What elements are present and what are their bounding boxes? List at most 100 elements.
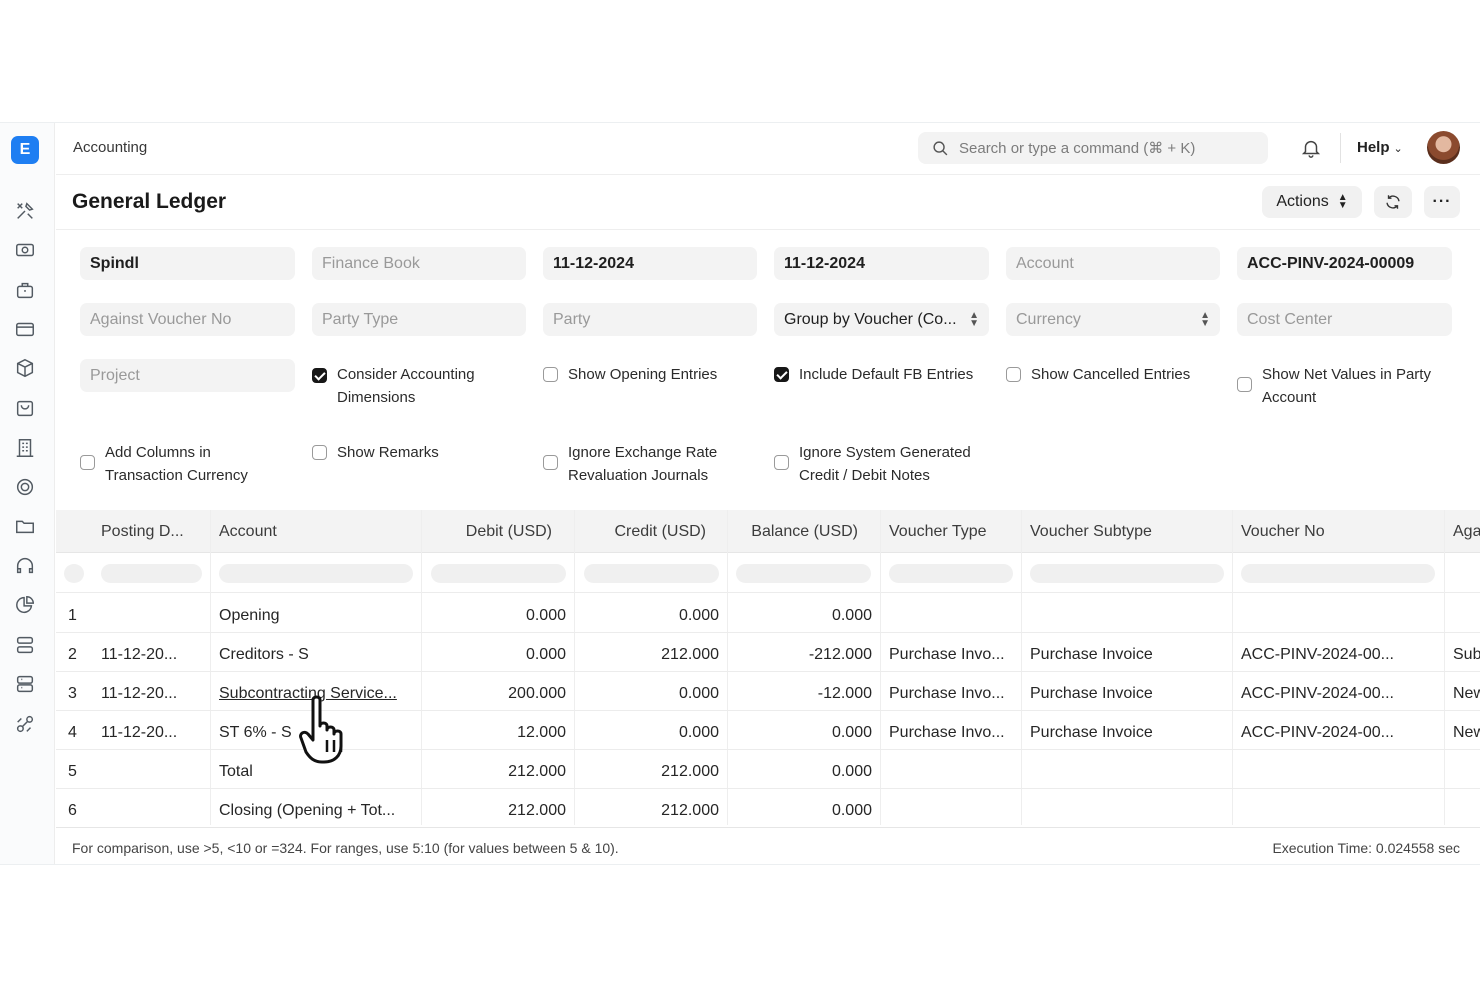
table-row[interactable]: 4 11-12-20... ST 6% - S 12.000 0.000 0.0…: [56, 711, 1480, 750]
breadcrumb[interactable]: Accounting: [73, 139, 147, 156]
cell-voucher-type: Purchase Invo...: [889, 646, 1005, 663]
refresh-button[interactable]: [1374, 186, 1412, 218]
hand-cursor-icon: [299, 695, 343, 764]
column-header[interactable]: Voucher Subtype: [1030, 510, 1230, 553]
integration-icon[interactable]: [12, 711, 38, 737]
currency-select[interactable]: Currency ▲ ▼: [1006, 303, 1220, 336]
checkbox[interactable]: [543, 367, 558, 382]
cell-against: Sub: [1453, 646, 1480, 663]
box-icon[interactable]: [12, 355, 38, 381]
help-menu[interactable]: Help ⌄: [1357, 139, 1403, 156]
search-placeholder: Search or type a command (⌘ + K): [959, 140, 1196, 157]
include-default-fb-checkbox[interactable]: Include Default FB Entries: [774, 363, 973, 386]
cell-credit: 0.000: [678, 685, 719, 702]
checkbox-label: Show Remarks: [337, 444, 439, 461]
from-date-filter[interactable]: 11-12-2024: [543, 247, 757, 280]
table-row[interactable]: 5 Total 212.000 212.000 0.000: [56, 750, 1480, 789]
filter-pill[interactable]: [101, 564, 202, 583]
column-header[interactable]: Voucher No: [1241, 510, 1441, 553]
column-header[interactable]: Posting D...: [101, 510, 206, 553]
row-number: 5: [68, 763, 77, 780]
more-button[interactable]: ···: [1424, 186, 1460, 218]
checkbox[interactable]: [312, 445, 327, 460]
checkbox[interactable]: [80, 455, 95, 470]
checkbox-label: Consider Accounting Dimensions: [337, 366, 475, 406]
target-icon[interactable]: [12, 474, 38, 500]
building-icon[interactable]: [12, 435, 38, 461]
sidebar: E: [0, 123, 55, 864]
select-arrows-icon: ▲ ▼: [969, 309, 979, 329]
consider-dimensions-checkbox[interactable]: Consider Accounting Dimensions: [312, 363, 475, 409]
checkbox-checked[interactable]: [312, 368, 327, 383]
to-date-filter[interactable]: 11-12-2024: [774, 247, 989, 280]
column-header[interactable]: Aga: [1453, 510, 1480, 553]
filter-pill[interactable]: [1030, 564, 1224, 583]
show-opening-checkbox[interactable]: Show Opening Entries: [543, 363, 717, 386]
company-filter[interactable]: Spindl: [80, 247, 295, 280]
checkbox-label: Ignore System Generated Credit / Debit No…: [799, 444, 971, 484]
card-icon[interactable]: [12, 316, 38, 342]
filter-pill[interactable]: [736, 564, 871, 583]
column-header[interactable]: Balance (USD): [728, 510, 858, 553]
cell-voucher-type: Purchase Invo...: [889, 724, 1005, 741]
database-icon[interactable]: [12, 671, 38, 697]
voucher-no-filter[interactable]: ACC-PINV-2024-00009: [1237, 247, 1452, 280]
actions-button[interactable]: Actions ▲ ▼: [1262, 186, 1362, 218]
account-filter[interactable]: Account: [1006, 247, 1220, 280]
checkbox-checked[interactable]: [774, 367, 789, 382]
checkbox[interactable]: [543, 455, 558, 470]
cell-voucher-no[interactable]: ACC-PINV-2024-00...: [1241, 711, 1436, 750]
column-header[interactable]: Account: [219, 510, 414, 553]
cell-balance: 0.000: [831, 724, 872, 741]
briefcase-icon[interactable]: [12, 277, 38, 303]
filter-hint: For comparison, use >5, <10 or =324. For…: [72, 840, 619, 856]
party-type-filter[interactable]: Party Type: [312, 303, 526, 336]
headset-icon[interactable]: [12, 553, 38, 579]
cell-date: 11-12-20...: [101, 685, 178, 702]
checkbox[interactable]: [1006, 367, 1021, 382]
avatar[interactable]: [1427, 131, 1460, 164]
checkbox-label: Ignore Exchange Rate Revaluation Journals: [568, 444, 718, 484]
cell-against: New: [1453, 724, 1480, 741]
server-icon[interactable]: [12, 632, 38, 658]
project-filter[interactable]: Project: [80, 359, 295, 392]
filter-pill[interactable]: [219, 564, 413, 583]
notification-bell-icon[interactable]: [1300, 137, 1324, 161]
column-header[interactable]: Debit (USD): [422, 510, 552, 553]
tools-icon[interactable]: [12, 198, 38, 224]
row-number: 1: [68, 607, 77, 624]
show-remarks-checkbox[interactable]: Show Remarks: [312, 441, 439, 464]
column-header[interactable]: Credit (USD): [576, 510, 706, 553]
folder-icon[interactable]: [12, 513, 38, 539]
table-row[interactable]: 2 11-12-20... Creditors - S 0.000 212.00…: [56, 633, 1480, 672]
against-voucher-filter[interactable]: Against Voucher No: [80, 303, 295, 336]
filter-pill[interactable]: [1241, 564, 1435, 583]
table-row[interactable]: 3 11-12-20... Subcontracting Service... …: [56, 672, 1480, 711]
filter-pill[interactable]: [584, 564, 719, 583]
finance-book-filter[interactable]: Finance Book: [312, 247, 526, 280]
app-logo[interactable]: E: [11, 136, 39, 164]
group-by-select[interactable]: Group by Voucher (Co... ▲ ▼: [774, 303, 989, 336]
party-filter[interactable]: Party: [543, 303, 757, 336]
pie-icon[interactable]: [12, 592, 38, 618]
filter-pill[interactable]: [431, 564, 566, 583]
ignore-system-checkbox[interactable]: Ignore System Generated Credit / Debit No…: [774, 441, 971, 487]
table-row[interactable]: 6 Closing (Opening + Tot... 212.000 212.…: [56, 789, 1480, 828]
bag-icon[interactable]: [12, 395, 38, 421]
filter-pill[interactable]: [889, 564, 1013, 583]
show-cancelled-checkbox[interactable]: Show Cancelled Entries: [1006, 363, 1190, 386]
cell-voucher-no[interactable]: ACC-PINV-2024-00...: [1241, 672, 1436, 711]
show-net-values-checkbox[interactable]: Show Net Values in Party Account: [1237, 363, 1431, 409]
cost-center-filter[interactable]: Cost Center: [1237, 303, 1452, 336]
checkbox[interactable]: [774, 455, 789, 470]
cell-credit: 0.000: [678, 607, 719, 624]
cell-voucher-type: Purchase Invo...: [889, 685, 1005, 702]
checkbox[interactable]: [1237, 377, 1252, 392]
money-icon[interactable]: [12, 237, 38, 263]
add-columns-checkbox[interactable]: Add Columns in Transaction Currency: [80, 441, 248, 487]
ignore-exchange-checkbox[interactable]: Ignore Exchange Rate Revaluation Journals: [543, 441, 717, 487]
column-header[interactable]: Voucher Type: [889, 510, 1019, 553]
search-input[interactable]: Search or type a command (⌘ + K): [918, 132, 1268, 164]
table-row[interactable]: 1 Opening 0.000 0.000 0.000: [56, 594, 1480, 633]
cell-voucher-no[interactable]: ACC-PINV-2024-00...: [1241, 633, 1436, 672]
